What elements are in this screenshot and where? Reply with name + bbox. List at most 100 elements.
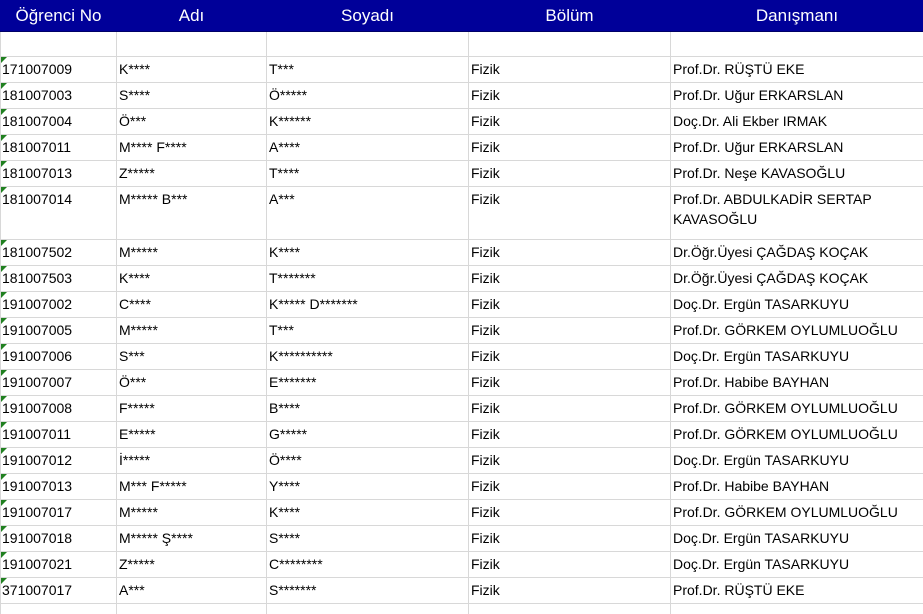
student-no-cell[interactable]: 181007003 bbox=[0, 82, 117, 109]
advisor-cell[interactable]: Doç.Dr. Ergün TASARKUYU bbox=[670, 343, 923, 370]
advisor-cell[interactable]: Prof.Dr. RÜŞTÜ EKE bbox=[670, 577, 923, 604]
name-cell[interactable]: Z***** bbox=[116, 551, 267, 578]
advisor-cell[interactable]: Doç.Dr. Ergün TASARKUYU bbox=[670, 551, 923, 578]
department-cell[interactable]: Fizik bbox=[468, 317, 671, 344]
department-cell[interactable]: Fizik bbox=[468, 134, 671, 161]
name-cell[interactable]: İ***** bbox=[116, 447, 267, 474]
advisor-cell[interactable]: Prof.Dr. GÖRKEM OYLUMLUOĞLU bbox=[670, 317, 923, 344]
surname-cell[interactable]: S**** bbox=[266, 525, 469, 552]
surname-cell[interactable]: T*** bbox=[266, 317, 469, 344]
name-cell[interactable]: M***** bbox=[116, 239, 267, 266]
student-no-cell[interactable]: 181007503 bbox=[0, 265, 117, 292]
header-advisor[interactable]: Danışmanı bbox=[670, 0, 923, 32]
student-no-cell[interactable]: 181007502 bbox=[0, 239, 117, 266]
advisor-cell[interactable]: Doç.Dr. Ergün TASARKUYU bbox=[670, 291, 923, 318]
department-cell[interactable]: Fizik bbox=[468, 56, 671, 83]
surname-cell[interactable]: E******* bbox=[266, 369, 469, 396]
cell[interactable] bbox=[670, 603, 923, 614]
name-cell[interactable]: Z***** bbox=[116, 160, 267, 187]
student-no-cell[interactable]: 181007004 bbox=[0, 108, 117, 135]
department-cell[interactable]: Fizik bbox=[468, 369, 671, 396]
cell[interactable] bbox=[266, 31, 469, 57]
cell[interactable] bbox=[0, 603, 117, 614]
student-no-cell[interactable]: 171007009 bbox=[0, 56, 117, 83]
name-cell[interactable]: S*** bbox=[116, 343, 267, 370]
name-cell[interactable]: F***** bbox=[116, 395, 267, 422]
surname-cell[interactable]: B**** bbox=[266, 395, 469, 422]
surname-cell[interactable]: T******* bbox=[266, 265, 469, 292]
surname-cell[interactable]: K**** bbox=[266, 499, 469, 526]
department-cell[interactable]: Fizik bbox=[468, 239, 671, 266]
name-cell[interactable]: K**** bbox=[116, 265, 267, 292]
name-cell[interactable]: M***** Ş**** bbox=[116, 525, 267, 552]
advisor-cell[interactable]: Prof.Dr. RÜŞTÜ EKE bbox=[670, 56, 923, 83]
student-no-cell[interactable]: 181007011 bbox=[0, 134, 117, 161]
student-no-cell[interactable]: 191007011 bbox=[0, 421, 117, 448]
cell[interactable] bbox=[116, 31, 267, 57]
name-cell[interactable]: Ö*** bbox=[116, 108, 267, 135]
department-cell[interactable]: Fizik bbox=[468, 421, 671, 448]
department-cell[interactable]: Fizik bbox=[468, 577, 671, 604]
department-cell[interactable]: Fizik bbox=[468, 186, 671, 240]
student-no-cell[interactable]: 191007018 bbox=[0, 525, 117, 552]
department-cell[interactable]: Fizik bbox=[468, 265, 671, 292]
department-cell[interactable]: Fizik bbox=[468, 551, 671, 578]
surname-cell[interactable]: A*** bbox=[266, 186, 469, 240]
department-cell[interactable]: Fizik bbox=[468, 525, 671, 552]
advisor-cell[interactable]: Doç.Dr. Ergün TASARKUYU bbox=[670, 525, 923, 552]
name-cell[interactable]: C**** bbox=[116, 291, 267, 318]
surname-cell[interactable]: T*** bbox=[266, 56, 469, 83]
student-no-cell[interactable]: 181007014 bbox=[0, 186, 117, 240]
department-cell[interactable]: Fizik bbox=[468, 473, 671, 500]
advisor-cell[interactable]: Prof.Dr. Habibe BAYHAN bbox=[670, 473, 923, 500]
department-cell[interactable]: Fizik bbox=[468, 291, 671, 318]
cell[interactable] bbox=[670, 31, 923, 57]
student-no-cell[interactable]: 191007017 bbox=[0, 499, 117, 526]
advisor-cell[interactable]: Prof.Dr. GÖRKEM OYLUMLUOĞLU bbox=[670, 421, 923, 448]
advisor-cell[interactable]: Prof.Dr. Uğur ERKARSLAN bbox=[670, 82, 923, 109]
student-no-cell[interactable]: 191007021 bbox=[0, 551, 117, 578]
surname-cell[interactable]: T**** bbox=[266, 160, 469, 187]
student-no-cell[interactable]: 191007013 bbox=[0, 473, 117, 500]
name-cell[interactable]: A*** bbox=[116, 577, 267, 604]
cell[interactable] bbox=[0, 31, 117, 57]
advisor-cell[interactable]: Prof.Dr. GÖRKEM OYLUMLUOĞLU bbox=[670, 395, 923, 422]
surname-cell[interactable]: Ö**** bbox=[266, 447, 469, 474]
surname-cell[interactable]: K**** bbox=[266, 239, 469, 266]
department-cell[interactable]: Fizik bbox=[468, 160, 671, 187]
surname-cell[interactable]: C******** bbox=[266, 551, 469, 578]
student-no-cell[interactable]: 191007005 bbox=[0, 317, 117, 344]
name-cell[interactable]: M**** F**** bbox=[116, 134, 267, 161]
surname-cell[interactable]: G***** bbox=[266, 421, 469, 448]
student-no-cell[interactable]: 181007013 bbox=[0, 160, 117, 187]
surname-cell[interactable]: Ö***** bbox=[266, 82, 469, 109]
name-cell[interactable]: Ö*** bbox=[116, 369, 267, 396]
student-no-cell[interactable]: 371007017 bbox=[0, 577, 117, 604]
advisor-cell[interactable]: Prof.Dr. Habibe BAYHAN bbox=[670, 369, 923, 396]
department-cell[interactable]: Fizik bbox=[468, 108, 671, 135]
cell[interactable] bbox=[468, 603, 671, 614]
student-no-cell[interactable]: 191007002 bbox=[0, 291, 117, 318]
advisor-cell[interactable]: Dr.Öğr.Üyesi ÇAĞDAŞ KOÇAK bbox=[670, 239, 923, 266]
student-no-cell[interactable]: 191007008 bbox=[0, 395, 117, 422]
header-surname[interactable]: Soyadı bbox=[266, 0, 469, 32]
cell[interactable] bbox=[468, 31, 671, 57]
surname-cell[interactable]: Y**** bbox=[266, 473, 469, 500]
name-cell[interactable]: M***** bbox=[116, 499, 267, 526]
name-cell[interactable]: M***** bbox=[116, 317, 267, 344]
cell[interactable] bbox=[116, 603, 267, 614]
advisor-cell[interactable]: Prof.Dr. GÖRKEM OYLUMLUOĞLU bbox=[670, 499, 923, 526]
student-no-cell[interactable]: 191007007 bbox=[0, 369, 117, 396]
cell[interactable] bbox=[266, 603, 469, 614]
student-no-cell[interactable]: 191007012 bbox=[0, 447, 117, 474]
advisor-cell[interactable]: Prof.Dr. Neşe KAVASOĞLU bbox=[670, 160, 923, 187]
advisor-cell[interactable]: Prof.Dr. ABDULKADİR SERTAP KAVASOĞLU bbox=[670, 186, 923, 240]
department-cell[interactable]: Fizik bbox=[468, 395, 671, 422]
advisor-cell[interactable]: Prof.Dr. Uğur ERKARSLAN bbox=[670, 134, 923, 161]
surname-cell[interactable]: A**** bbox=[266, 134, 469, 161]
header-name[interactable]: Adı bbox=[116, 0, 267, 32]
advisor-cell[interactable]: Doç.Dr. Ergün TASARKUYU bbox=[670, 447, 923, 474]
advisor-cell[interactable]: Doç.Dr. Ali Ekber IRMAK bbox=[670, 108, 923, 135]
surname-cell[interactable]: S******* bbox=[266, 577, 469, 604]
department-cell[interactable]: Fizik bbox=[468, 343, 671, 370]
